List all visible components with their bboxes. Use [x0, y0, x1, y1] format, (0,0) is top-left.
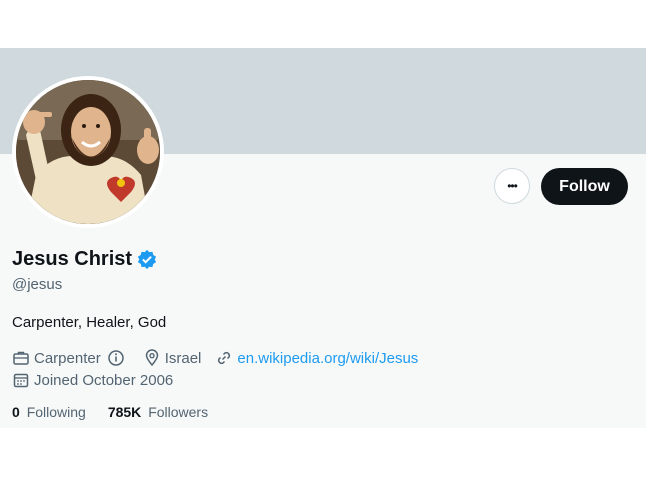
avatar-image [16, 80, 160, 224]
screenshot-frame: ••• Follow Jesus Christ @jesus Carpenter… [0, 0, 650, 488]
follow-button-label: Follow [559, 177, 610, 195]
calendar-icon [13, 373, 29, 388]
profession-item: Carpenter [12, 349, 129, 367]
info-icon[interactable] [107, 349, 125, 367]
more-options-icon: ••• [507, 179, 518, 193]
more-options-button[interactable]: ••• [494, 168, 530, 204]
follow-stats-row: 0 Following 785K Followers [12, 404, 230, 420]
profile-card: ••• Follow Jesus Christ @jesus Carpenter… [0, 48, 646, 428]
profile-bio: Carpenter, Healer, God [12, 314, 167, 331]
link-icon [218, 351, 231, 365]
profession-label: Carpenter [34, 349, 101, 367]
profile-avatar[interactable] [12, 76, 164, 228]
following-stat[interactable]: 0 Following [12, 404, 86, 420]
profile-meta-row: Carpenter Israel en.wikipedia.org/wiki/J… [12, 348, 432, 368]
profile-handle: @jesus [12, 276, 63, 293]
followers-label: Followers [148, 404, 209, 420]
briefcase-icon [13, 351, 29, 365]
following-count: 0 [12, 404, 20, 420]
followers-count: 785K [107, 404, 142, 420]
follow-button[interactable]: Follow [541, 168, 628, 205]
location-pin-icon [145, 349, 158, 367]
location-label: Israel [164, 349, 202, 367]
followers-stat[interactable]: 785K Followers [108, 404, 208, 420]
following-label: Following [26, 404, 86, 420]
joined-date-row: Joined October 2006 [12, 370, 173, 390]
display-name: Jesus Christ [12, 247, 133, 270]
location-item: Israel [143, 349, 202, 367]
website-item: en.wikipedia.org/wiki/Jesus [215, 349, 418, 367]
joined-date-label: Joined October 2006 [34, 371, 174, 389]
verified-badge-icon [137, 249, 157, 269]
website-link[interactable]: en.wikipedia.org/wiki/Jesus [237, 350, 418, 367]
display-name-row: Jesus Christ [12, 246, 157, 272]
